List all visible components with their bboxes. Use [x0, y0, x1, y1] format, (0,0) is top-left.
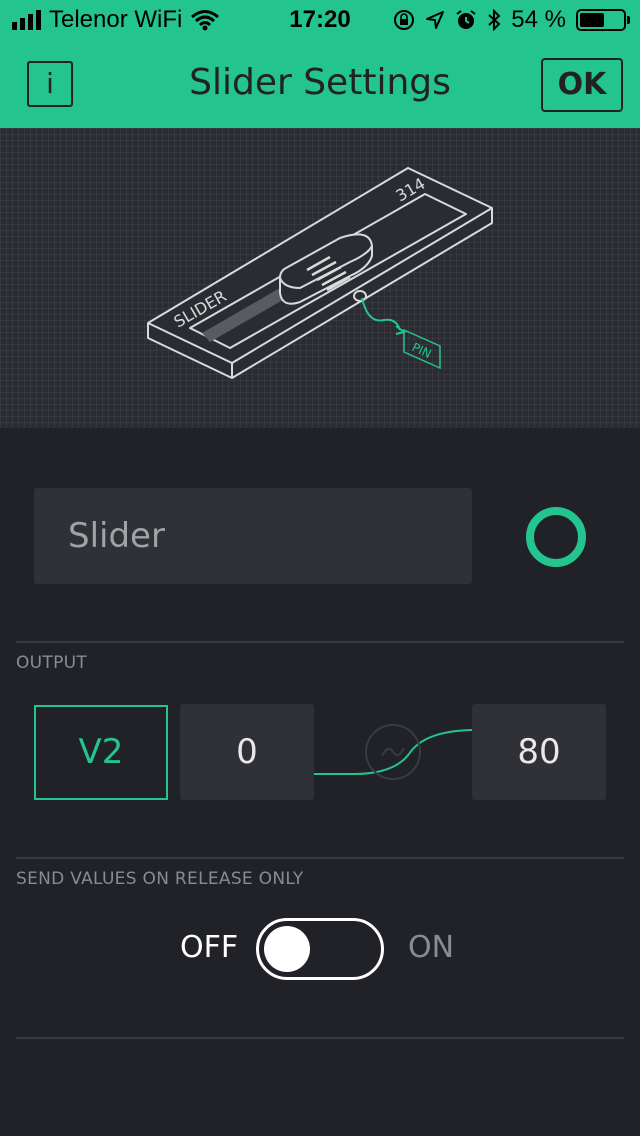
name-input[interactable]: Slider [34, 488, 472, 584]
toggle-on-label: ON [408, 930, 455, 965]
release-section-label: SEND VALUES ON RELEASE ONLY [16, 869, 304, 889]
min-value-input[interactable]: 0 [180, 704, 314, 800]
divider [16, 1037, 624, 1039]
alarm-icon [456, 10, 476, 29]
pin-selector[interactable]: V2 [34, 705, 168, 800]
toggle-off-label: OFF [180, 930, 239, 965]
rotation-lock-icon [394, 10, 415, 30]
bluetooth-icon [488, 9, 501, 31]
location-icon [426, 11, 445, 29]
toggle-knob [264, 926, 310, 972]
range-curve [314, 724, 472, 780]
color-picker-button[interactable] [526, 507, 586, 567]
send-on-release-toggle[interactable] [256, 918, 384, 980]
battery-percent: 54 % [511, 6, 566, 33]
header: i Slider Settings OK [0, 40, 640, 128]
ok-button[interactable]: OK [541, 58, 623, 112]
output-section-label: OUTPUT [16, 653, 88, 673]
illustration-pin-label: PIN [410, 340, 434, 361]
widget-illustration: SLIDER 314 PIN [0, 128, 640, 428]
battery-icon [576, 9, 630, 31]
divider [16, 857, 624, 859]
divider [16, 641, 624, 643]
slider-widget-drawing: SLIDER 314 PIN [147, 167, 493, 379]
max-value-input[interactable]: 80 [472, 704, 606, 800]
status-bar: Telenor WiFi 17:20 54 % [0, 0, 640, 40]
